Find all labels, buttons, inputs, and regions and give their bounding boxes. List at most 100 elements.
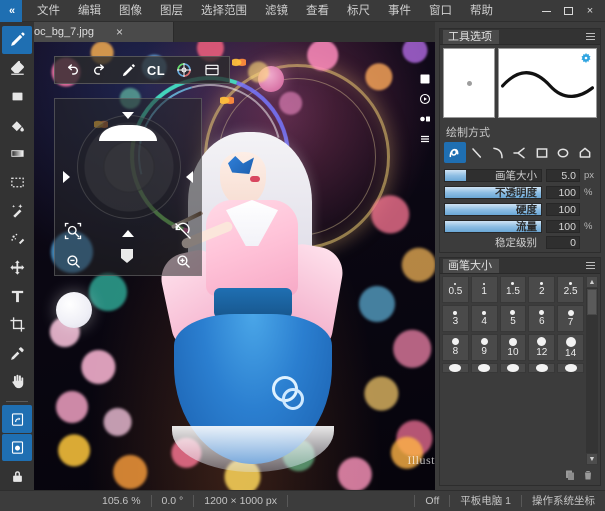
tool-options-panel-menu-icon[interactable]: [584, 31, 597, 43]
canvas-play-circle-icon[interactable]: [418, 92, 431, 105]
brush-size-cell[interactable]: 9: [470, 334, 498, 361]
stabilizer-slider[interactable]: 稳定级别: [444, 235, 542, 249]
navigator-arrow-up-icon[interactable]: [122, 128, 134, 135]
move-tool[interactable]: [2, 254, 32, 282]
status-zoom-level[interactable]: 105.6 %: [92, 491, 151, 511]
stabilizer-value[interactable]: 0: [546, 235, 580, 249]
redo-icon[interactable]: [87, 58, 113, 82]
status-rotation-angle[interactable]: 0.0 °: [152, 491, 194, 511]
menu-item-help[interactable]: 帮助: [461, 0, 502, 22]
document-tab-close-icon[interactable]: ×: [116, 26, 123, 38]
canvas-dot-square-icon[interactable]: [418, 112, 431, 125]
trash-icon[interactable]: [582, 469, 594, 484]
navigator-arrow-down-icon[interactable]: [122, 112, 134, 119]
opacity-value[interactable]: 100: [546, 186, 580, 199]
brush-size-cell[interactable]: [528, 363, 556, 373]
hardness-slider[interactable]: 硬度: [444, 203, 542, 216]
navigator-arrow-right-icon[interactable]: [63, 171, 70, 183]
brush-size-scrollbar[interactable]: ▲ ▼: [586, 276, 598, 465]
brush-size-cell[interactable]: 6: [528, 305, 556, 332]
menu-item-view[interactable]: 查看: [297, 0, 338, 22]
menu-item-edit[interactable]: 编辑: [69, 0, 110, 22]
fill-tool[interactable]: [2, 83, 32, 111]
brush-size-cell[interactable]: 4: [470, 305, 498, 332]
status-device[interactable]: 平板电脑 1: [450, 491, 521, 511]
magic-wand-tool[interactable]: [2, 197, 32, 225]
crop-tool[interactable]: [2, 311, 32, 339]
brush-size-cell[interactable]: 3: [442, 305, 469, 332]
flow-slider[interactable]: 流量: [444, 220, 542, 233]
method-polyline-button[interactable]: [509, 142, 531, 163]
paint-bucket-tool[interactable]: [2, 112, 32, 140]
menu-item-event[interactable]: 事件: [379, 0, 420, 22]
pencil-tool[interactable]: [2, 26, 32, 54]
brush-size-cell[interactable]: 8: [442, 334, 469, 361]
brush-size-cell[interactable]: 5: [499, 305, 527, 332]
status-coordinate-system[interactable]: 操作系统坐标: [522, 491, 605, 511]
brush-size-cell[interactable]: 12: [528, 334, 556, 361]
document-tab[interactable]: oc_bg_7.jpg ×: [24, 22, 174, 42]
method-curve-button[interactable]: [487, 142, 509, 163]
method-polygon-button[interactable]: [574, 142, 596, 163]
brush-tip-preview[interactable]: [443, 48, 495, 118]
text-tool[interactable]: [2, 283, 32, 311]
brush-size-panel-menu-icon[interactable]: [584, 260, 597, 272]
eyedropper-tool[interactable]: [2, 340, 32, 368]
brush-size-cell[interactable]: [470, 363, 498, 373]
menu-item-filter[interactable]: 滤镜: [256, 0, 297, 22]
close-button[interactable]: ×: [579, 0, 601, 22]
brush-size-cell[interactable]: 10: [499, 334, 527, 361]
minimize-button[interactable]: [535, 0, 557, 22]
quick-mask-tool[interactable]: [2, 433, 32, 462]
zoom-in-icon[interactable]: [173, 251, 193, 271]
canvas-fill-square-icon[interactable]: [418, 72, 431, 85]
hardness-value[interactable]: 100: [546, 203, 580, 216]
brush-settings-gear-icon[interactable]: [580, 52, 592, 67]
menu-item-ruler[interactable]: 标尺: [338, 0, 379, 22]
layers-icon[interactable]: [199, 58, 225, 82]
method-ellipse-button[interactable]: [553, 142, 575, 163]
app-logo-icon[interactable]: «: [0, 0, 22, 22]
brush-size-cell[interactable]: [499, 363, 527, 373]
scroll-up-arrow-icon[interactable]: ▲: [586, 276, 598, 288]
canvas-list-icon[interactable]: [418, 132, 431, 145]
brush-size-cell[interactable]: 14: [557, 334, 584, 361]
color-wheel-icon[interactable]: [171, 58, 197, 82]
menu-item-file[interactable]: 文件: [28, 0, 69, 22]
scrollbar-thumb[interactable]: [587, 289, 597, 315]
reset-rotation-icon[interactable]: [173, 221, 193, 241]
method-freehand-button[interactable]: [444, 142, 466, 163]
scrollbar-track[interactable]: [586, 316, 598, 453]
opacity-slider[interactable]: 不透明度: [444, 186, 542, 199]
method-rectangle-button[interactable]: [531, 142, 553, 163]
status-pen-state[interactable]: Off: [415, 491, 449, 511]
canvas-area[interactable]: Illust CL: [34, 42, 435, 490]
undo-icon[interactable]: [59, 58, 85, 82]
hand-tool[interactable]: [2, 368, 32, 396]
brush-size-cell[interactable]: 7: [557, 305, 584, 332]
menu-item-image[interactable]: 图像: [110, 0, 151, 22]
brush-size-cell[interactable]: [442, 363, 469, 373]
fit-to-screen-icon[interactable]: [63, 221, 83, 241]
brush-size-cell[interactable]: 2.5: [557, 276, 584, 303]
lock-tool[interactable]: [2, 462, 32, 490]
brush-size-value[interactable]: 5.0: [546, 169, 580, 182]
gradient-tool[interactable]: [2, 140, 32, 168]
navigator-arrow-left-icon[interactable]: [186, 171, 193, 183]
navigator-zoom-slider-handle[interactable]: [121, 249, 133, 263]
menu-item-layer[interactable]: 图层: [151, 0, 192, 22]
marquee-select-tool[interactable]: [2, 169, 32, 197]
canvas-rotate-tool[interactable]: [2, 405, 32, 433]
maximize-button[interactable]: [557, 0, 579, 22]
duplicate-icon[interactable]: [564, 469, 576, 484]
brush-size-cell[interactable]: 1.5: [499, 276, 527, 303]
brush-size-cell[interactable]: 1: [470, 276, 498, 303]
navigator-wheel-center[interactable]: [103, 141, 155, 193]
method-line-button[interactable]: [466, 142, 488, 163]
zoom-out-icon[interactable]: [63, 251, 83, 271]
flow-value[interactable]: 100: [546, 220, 580, 233]
brush-size-cell[interactable]: 0.5: [442, 276, 469, 303]
brush-size-cell[interactable]: 2: [528, 276, 556, 303]
eraser-tool[interactable]: [2, 55, 32, 83]
menu-item-selection[interactable]: 选择范围: [192, 0, 256, 22]
